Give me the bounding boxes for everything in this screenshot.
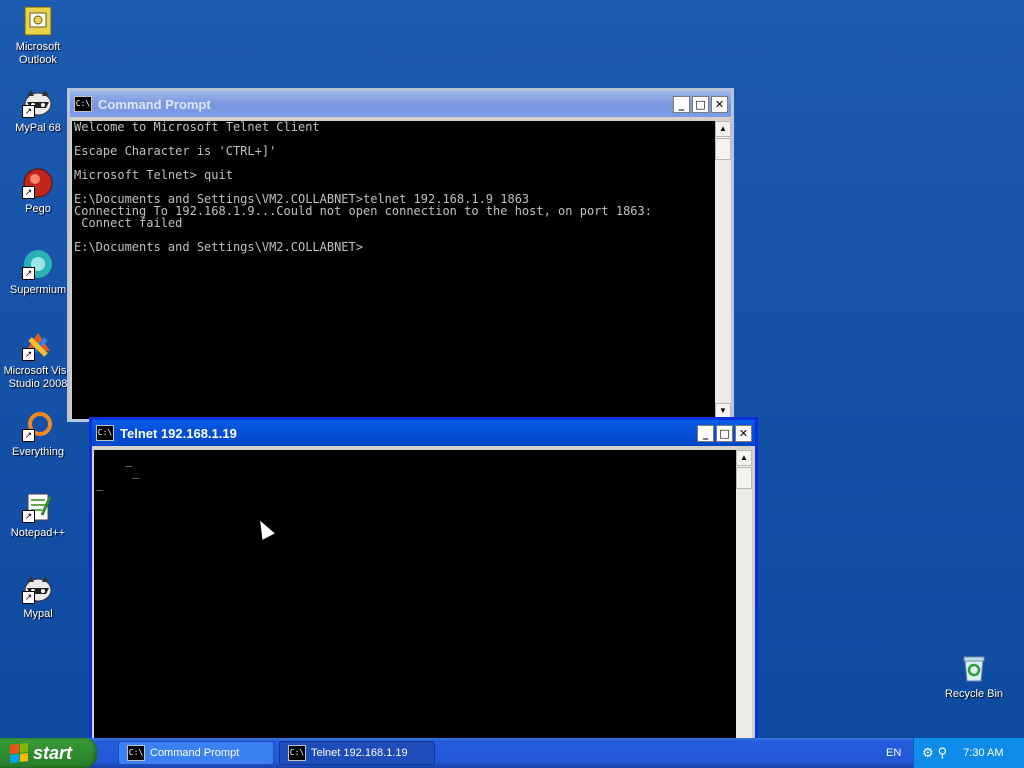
desktop-icon-label: MyPal 68 [15,122,61,134]
outlook-icon [22,5,54,37]
notepad-plus-plus-icon: ↗ [22,491,54,523]
title-bar[interactable]: C:\ Command Prompt _ □ ✕ [70,91,731,117]
supermium-icon: ↗ [22,248,54,280]
desktop-icon-recycle-bin[interactable]: Recycle Bin [936,652,1012,701]
console-icon: C:\ [288,745,306,761]
shortcut-arrow-icon: ↗ [22,591,35,604]
close-button[interactable]: ✕ [711,95,728,113]
taskbar-button-command-prompt[interactable]: C:\ Command Prompt [118,741,274,765]
telnet-window[interactable]: C:\ Telnet 192.168.1.19 _ □ ✕ _ _ _ ▲ [89,417,758,750]
desktop-icon-label: Notepad++ [10,527,66,539]
desktop-icon-label: Pego [25,203,51,215]
shortcut-arrow-icon: ↗ [22,429,35,442]
desktop-icon-label: Supermium [9,284,67,296]
vertical-scrollbar[interactable]: ▲ ▼ [715,121,731,419]
window-title: Telnet 192.168.1.19 [120,425,237,441]
desktop-icon-outlook[interactable]: Microsoft Outlook [0,5,76,67]
taskbar-button-label: Command Prompt [150,747,240,759]
desktop-icon-mypal-68[interactable]: ↗ MyPal 68 [0,86,76,135]
language-indicator[interactable]: EN [886,738,901,768]
maximize-button[interactable]: □ [716,424,733,442]
desktop-icon-label: Mypal [23,608,53,620]
start-label: start [33,742,73,763]
everything-icon: ↗ [22,410,54,442]
shortcut-arrow-icon: ↗ [22,186,35,199]
scroll-up-button[interactable]: ▲ [715,121,731,137]
desktop-icon-everything[interactable]: ↗ Everything [0,410,76,459]
mypal-raccoon-icon: ↗ [22,572,54,604]
console-icon: C:\ [127,745,145,761]
shortcut-arrow-icon: ↗ [22,105,35,118]
desktop-icon-label: Recycle Bin [944,688,1004,700]
title-bar[interactable]: C:\ Telnet 192.168.1.19 _ □ ✕ [92,420,755,446]
mypal-raccoon-icon: ↗ [22,86,54,118]
system-tray: ⚙ ⚲ 7:30 AM [913,738,1024,768]
recycle-bin-icon [958,652,990,684]
scroll-up-button[interactable]: ▲ [736,450,752,466]
desktop-icon-pego[interactable]: ↗ Pego [0,167,76,216]
scroll-thumb[interactable] [736,467,752,489]
console-icon: C:\ [74,96,92,112]
command-prompt-window[interactable]: C:\ Command Prompt _ □ ✕ Welcome to Micr… [67,88,734,422]
desktop-icon-supermium[interactable]: ↗ Supermium [0,248,76,297]
console-icon: C:\ [96,425,114,441]
desktop-icon-mypal[interactable]: ↗ Mypal [0,572,76,621]
windows-logo-icon [10,743,28,763]
search-tray-icon[interactable]: ⚲ [938,745,948,761]
desktop: Microsoft Outlook ↗ MyPal 68 ↗ Pego ↗ Su… [0,0,1024,750]
desktop-icon-notepad-plus-plus[interactable]: ↗ Notepad++ [0,491,76,540]
clock[interactable]: 7:30 AM [963,747,1003,759]
minimize-button[interactable]: _ [697,424,714,442]
desktop-icon-label: Everything [12,446,64,458]
taskbar-button-telnet[interactable]: C:\ Telnet 192.168.1.19 [279,741,435,765]
minimize-button[interactable]: _ [673,95,690,113]
close-button[interactable]: ✕ [735,424,752,442]
desktop-icon-visual-studio[interactable]: ↗ Microsoft Visu Studio 2008 [0,329,76,391]
maximize-button[interactable]: □ [692,95,709,113]
visual-studio-icon: ↗ [22,329,54,361]
start-button[interactable]: start [0,738,97,768]
network-tray-icon[interactable]: ⚙ [922,745,934,761]
pego-icon: ↗ [22,167,54,199]
taskbar-button-label: Telnet 192.168.1.19 [311,747,408,759]
vertical-scrollbar[interactable]: ▲ [736,450,752,750]
console-output[interactable]: _ _ _ [94,450,736,750]
shortcut-arrow-icon: ↗ [22,510,35,523]
taskbar: start C:\ Command Prompt C:\ Telnet 192.… [0,738,1024,768]
shortcut-arrow-icon: ↗ [22,348,35,361]
shortcut-arrow-icon: ↗ [22,267,35,280]
scroll-thumb[interactable] [715,138,731,160]
desktop-icon-label: Microsoft Outlook [15,41,61,66]
desktop-icon-label: Microsoft Visu Studio 2008 [3,365,73,390]
window-title: Command Prompt [98,96,211,112]
console-output[interactable]: Welcome to Microsoft Telnet Client Escap… [72,121,718,419]
